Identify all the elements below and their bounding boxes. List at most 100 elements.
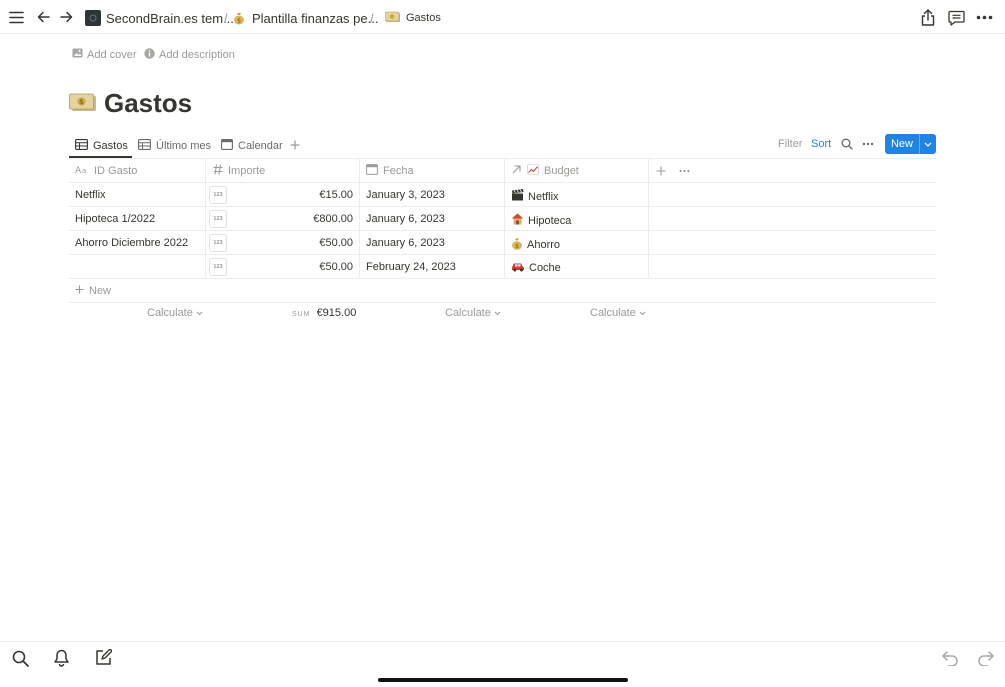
tab-ultimo-mes[interactable]: Último mes xyxy=(138,134,211,158)
cell-fecha[interactable]: January 6, 2023 xyxy=(366,237,445,249)
calculate-id-gasto[interactable]: Calculate xyxy=(147,307,203,319)
info-icon xyxy=(144,48,155,62)
add-description-label: Add description xyxy=(159,49,235,61)
cell-importe[interactable]: €800.00 xyxy=(313,213,353,225)
chart-increasing-icon xyxy=(527,163,539,178)
column-header-label: ID Gasto xyxy=(94,164,138,177)
forward-arrow-icon[interactable] xyxy=(59,10,73,24)
column-divider xyxy=(205,158,206,279)
number-format-chip[interactable]: 123 xyxy=(209,210,227,228)
new-row-button[interactable]: New xyxy=(75,285,111,297)
banknote-icon xyxy=(385,11,401,23)
cell-budget[interactable]: Netflix xyxy=(511,189,559,204)
redo-icon[interactable] xyxy=(976,650,994,667)
cell-importe[interactable]: €50.00 xyxy=(319,261,353,273)
more-options-icon[interactable] xyxy=(861,141,875,146)
new-record-label: New xyxy=(890,138,913,150)
add-view-button[interactable] xyxy=(290,134,300,158)
cell-importe[interactable]: €50.00 xyxy=(319,237,353,249)
table-icon xyxy=(75,139,88,153)
date-property-icon xyxy=(366,163,378,178)
cell-budget[interactable]: Coche xyxy=(511,261,561,275)
cell-budget[interactable]: Hipoteca xyxy=(511,213,571,228)
column-divider xyxy=(359,158,360,279)
filter-button[interactable]: Filter xyxy=(778,138,802,150)
tab-gastos[interactable]: Gastos xyxy=(75,134,128,158)
row-divider xyxy=(69,302,936,303)
back-arrow-icon[interactable] xyxy=(36,10,50,24)
money-bag-icon: $ xyxy=(511,237,523,253)
sort-button[interactable]: Sort xyxy=(811,138,831,150)
cell-id-gasto[interactable]: Hipoteca 1/2022 xyxy=(75,213,155,225)
header-divider xyxy=(69,182,936,183)
row-divider xyxy=(69,254,936,255)
number-format-chip[interactable]: 123 xyxy=(209,186,227,204)
add-cover-button[interactable]: Add cover xyxy=(72,48,137,61)
column-divider xyxy=(648,158,649,279)
tab-calendar[interactable]: Calendar xyxy=(221,134,283,158)
share-icon[interactable] xyxy=(920,8,936,26)
cell-fecha[interactable]: February 24, 2023 xyxy=(366,261,456,273)
notifications-bell-icon[interactable] xyxy=(53,648,70,667)
cell-importe[interactable]: €15.00 xyxy=(319,189,353,201)
column-header-importe[interactable]: Importe xyxy=(213,159,265,182)
new-row-label: New xyxy=(89,285,112,297)
search-icon[interactable] xyxy=(840,137,854,151)
tab-gastos-label: Gastos xyxy=(93,140,128,152)
cell-id-gasto[interactable]: Netflix xyxy=(75,189,106,201)
number-format-chip[interactable]: 123 xyxy=(209,234,227,252)
breadcrumb-current[interactable]: Gastos xyxy=(406,12,441,24)
more-options-icon[interactable] xyxy=(975,14,993,20)
column-header-fecha[interactable]: Fecha xyxy=(366,159,414,182)
new-page-compose-icon[interactable] xyxy=(94,648,112,666)
relation-arrow-icon xyxy=(511,164,522,178)
money-bag-icon: $ xyxy=(232,10,246,26)
svg-text:$: $ xyxy=(79,98,83,106)
comments-icon[interactable] xyxy=(947,9,965,27)
breadcrumb-separator: / xyxy=(370,11,374,26)
more-options-icon[interactable] xyxy=(678,168,690,173)
column-divider xyxy=(504,158,505,279)
add-cover-label: Add cover xyxy=(87,48,137,61)
cell-fecha[interactable]: January 3, 2023 xyxy=(366,189,445,201)
plus-icon xyxy=(290,140,300,153)
calculate-fecha[interactable]: Calculate xyxy=(445,307,501,319)
calculate-importe-sum[interactable]: SUM €915.00 xyxy=(292,307,356,319)
add-description-button[interactable]: Add description xyxy=(144,48,235,62)
workspace-logo-icon xyxy=(85,10,101,26)
tab-ultimo-mes-label: Último mes xyxy=(156,140,212,152)
sum-label: SUM xyxy=(292,311,311,318)
calculate-label: Calculate xyxy=(590,307,636,319)
new-record-button[interactable]: New xyxy=(885,134,936,154)
cell-budget[interactable]: $ Ahorro xyxy=(511,237,560,253)
clapper-board-icon xyxy=(511,189,524,204)
page-icon-banknote[interactable]: $ xyxy=(69,92,97,114)
undo-icon[interactable] xyxy=(941,650,959,667)
column-header-label: Fecha xyxy=(383,164,414,177)
chevron-down-icon xyxy=(196,307,203,319)
search-icon[interactable] xyxy=(11,649,29,667)
number-format-chip[interactable]: 123 xyxy=(209,258,227,276)
chevron-down-icon xyxy=(494,307,501,319)
breadcrumb-separator: / xyxy=(224,11,228,26)
breadcrumb-workspace[interactable]: SecondBrain.es tem... xyxy=(106,11,234,26)
breadcrumb-parent[interactable]: Plantilla finanzas pe... xyxy=(252,11,378,26)
calendar-icon xyxy=(221,139,233,153)
column-header-id-gasto[interactable]: Aa ID Gasto xyxy=(75,159,137,182)
column-header-budget[interactable]: Budget xyxy=(511,159,579,182)
svg-text:a: a xyxy=(82,167,86,174)
table-icon xyxy=(138,139,151,153)
chevron-down-icon xyxy=(639,307,646,319)
row-divider xyxy=(69,206,936,207)
chevron-down-icon[interactable] xyxy=(920,142,936,147)
add-property-icon[interactable] xyxy=(655,165,666,176)
plus-icon xyxy=(75,285,84,297)
page-title[interactable]: Gastos xyxy=(104,88,192,119)
sidebar-menu-icon[interactable] xyxy=(8,9,24,25)
cell-fecha[interactable]: January 6, 2023 xyxy=(366,213,445,225)
svg-text:$: $ xyxy=(237,18,241,25)
cell-id-gasto[interactable]: Ahorro Diciembre 2022 xyxy=(75,237,188,249)
text-property-icon: Aa xyxy=(75,165,89,177)
image-icon xyxy=(72,48,83,61)
calculate-budget[interactable]: Calculate xyxy=(590,307,646,319)
